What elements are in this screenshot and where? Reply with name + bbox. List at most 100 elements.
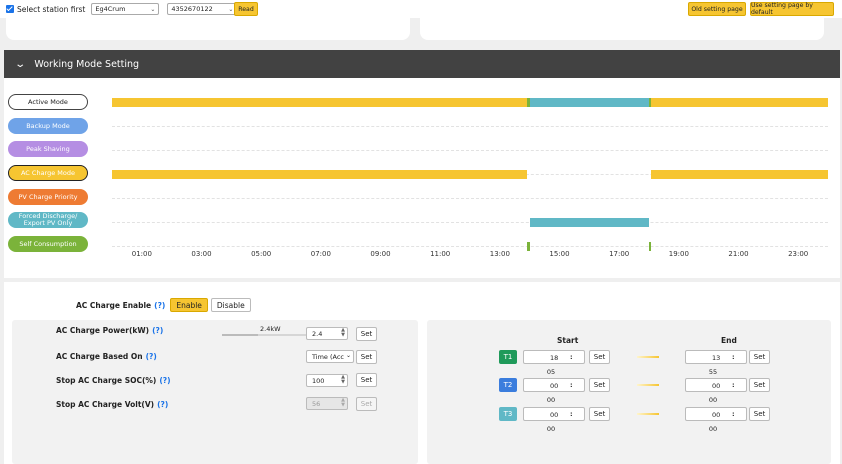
schedule-bar	[651, 98, 828, 107]
time-colon: :	[570, 353, 573, 361]
ac-charge-based-on-select[interactable]: Time (Acc ⌄	[306, 350, 354, 363]
enable-button[interactable]: Enable	[170, 298, 208, 312]
set-start-time-button[interactable]: Set	[589, 407, 610, 421]
time-colon: :	[570, 410, 573, 418]
help-icon[interactable]: (?)	[154, 301, 165, 310]
set-start-time-button[interactable]: Set	[589, 350, 610, 364]
stop-ac-charge-soc-text: Stop AC Charge SOC(%)	[56, 376, 157, 385]
schedule-bar	[112, 98, 528, 107]
mode-button[interactable]: Self Consumption	[8, 236, 88, 252]
end-minute-value: 55	[708, 368, 718, 376]
mode-button[interactable]: Peak Shaving	[8, 141, 88, 157]
end-time-input[interactable]: 00:	[685, 407, 747, 421]
end-time-input[interactable]: 13:	[685, 350, 747, 364]
start-minute-value: 05	[546, 368, 556, 376]
start-time-input[interactable]: 18:	[523, 350, 585, 364]
serial-select[interactable]: 4352670122 ⌄	[167, 3, 238, 15]
stop-volt-value: 56	[312, 399, 321, 408]
mode-label: Peak Shaving	[26, 144, 70, 153]
set-based-on-button[interactable]: Set	[356, 350, 377, 364]
mode-button[interactable]: PV Charge Priority	[8, 189, 88, 205]
section-title: Working Mode Setting	[34, 58, 140, 70]
working-mode-body: Active Mode Backup Mode Peak Shaving AC Cha…	[4, 78, 840, 278]
ac-charge-panel: AC Charge Power(kW) (?) 2.4kW 2.4 ▲ ▼ Set …	[12, 320, 418, 464]
old-setting-page-button[interactable]: Old setting page	[688, 2, 746, 16]
schedule-bar	[112, 170, 528, 179]
time-colon: :	[732, 353, 735, 361]
end-time-input[interactable]: 00:	[685, 378, 747, 392]
help-icon[interactable]: (?)	[146, 352, 157, 361]
ac-charge-based-on-value: Time (Acc	[312, 352, 344, 361]
help-icon[interactable]: (?)	[157, 400, 168, 409]
x-tick-label: 13:00	[489, 250, 510, 258]
mode-label: Backup Mode	[26, 121, 70, 130]
set-end-time-button[interactable]: Set	[749, 378, 770, 392]
end-hour-value: 13	[712, 354, 721, 362]
stop-ac-charge-soc-label: Stop AC Charge SOC(%) (?)	[56, 376, 171, 385]
time-slot-label: T1	[499, 350, 517, 364]
schedule-bar	[529, 98, 649, 107]
end-minute-value: 00	[708, 396, 718, 404]
time-colon: :	[732, 410, 735, 418]
working-mode-header[interactable]: ⌄ Working Mode Setting	[4, 50, 840, 78]
ac-charge-enable-row: AC Charge Enable (?) Enable Disable	[76, 298, 251, 312]
x-tick-label: 07:00	[310, 250, 331, 258]
ac-charge-power-text: AC Charge Power(kW)	[56, 326, 150, 335]
time-colon: :	[570, 381, 573, 389]
stop-soc-input[interactable]: 100 ▲ ▼	[306, 374, 348, 387]
set-power-button[interactable]: Set	[356, 327, 377, 341]
set-end-time-button[interactable]: Set	[749, 407, 770, 421]
set-soc-button[interactable]: Set	[356, 373, 377, 387]
stepper-icon[interactable]: ▲ ▼	[341, 375, 345, 385]
stop-ac-charge-volt-label: Stop AC Charge Volt(V) (?)	[56, 400, 168, 409]
power-slider-fill	[222, 334, 258, 336]
start-minute-value: 00	[546, 396, 556, 404]
station-select-value: Eg4Crum	[95, 5, 126, 13]
station-select[interactable]: Eg4Crum ⌄	[91, 3, 160, 15]
ac-charge-power-input[interactable]: 2.4 ▲ ▼	[306, 327, 348, 340]
mode-label: Forced Discharge/ Export PV Only	[18, 212, 78, 227]
schedule-bar	[529, 218, 649, 227]
start-hour-value: 18	[550, 354, 559, 362]
set-start-time-button[interactable]: Set	[589, 378, 610, 392]
schedule-bar	[651, 170, 828, 179]
end-hour-value: 00	[712, 382, 721, 390]
x-tick-label: 23:00	[788, 250, 809, 258]
ac-charge-based-on-text: AC Charge Based On	[56, 352, 143, 361]
disable-button[interactable]: Disable	[210, 298, 251, 312]
grid-line	[112, 222, 828, 223]
time-range-dash	[637, 356, 659, 358]
ac-charge-power-label: AC Charge Power(kW) (?)	[56, 326, 163, 335]
x-tick-label: 09:00	[370, 250, 391, 258]
end-header: End	[721, 336, 737, 345]
start-header: Start	[557, 336, 579, 345]
select-station-checkbox[interactable]	[6, 5, 14, 13]
mode-button[interactable]: Active Mode	[8, 94, 88, 110]
start-time-input[interactable]: 00:	[523, 378, 585, 392]
chevron-down-icon: ⌄	[345, 352, 351, 359]
chevron-down-icon: ⌄	[14, 58, 27, 70]
read-button[interactable]: Read	[234, 2, 258, 16]
mode-label: Self Consumption	[19, 239, 77, 248]
time-colon: :	[732, 381, 735, 389]
end-minute-value: 00	[708, 425, 718, 433]
x-tick-label: 03:00	[191, 250, 212, 258]
mode-button[interactable]: Forced Discharge/ Export PV Only	[8, 212, 88, 228]
stepper-icon[interactable]: ▲ ▼	[341, 328, 345, 338]
schedule-bar	[527, 242, 530, 251]
set-end-time-button[interactable]: Set	[749, 350, 770, 364]
grid-line	[112, 246, 828, 247]
mode-button[interactable]: Backup Mode	[8, 118, 88, 134]
time-range-dash	[637, 413, 659, 415]
time-slot-label: T3	[499, 407, 517, 421]
start-time-input[interactable]: 00:	[523, 407, 585, 421]
mode-button[interactable]: AC Charge Mode	[8, 165, 88, 181]
grid-line	[112, 198, 828, 199]
top-card-right	[420, 18, 824, 40]
help-icon[interactable]: (?)	[159, 376, 170, 385]
select-station-label: Select station first	[17, 4, 86, 14]
mode-label: Active Mode	[28, 97, 68, 106]
power-slider[interactable]	[222, 334, 312, 336]
default-setting-page-button[interactable]: Use setting page by default	[750, 2, 834, 16]
help-icon[interactable]: (?)	[152, 326, 163, 335]
